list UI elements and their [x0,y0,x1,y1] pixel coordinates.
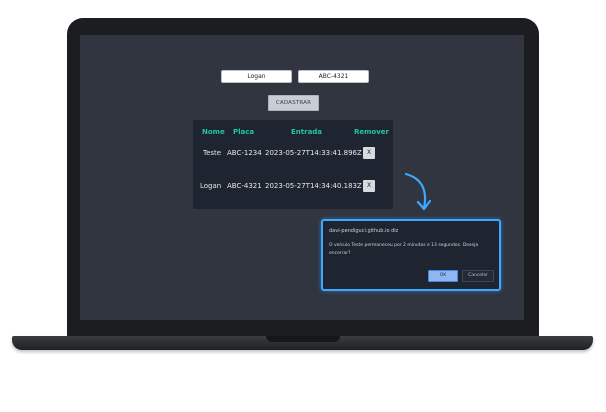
cell-placa: ABC-1234 [227,149,262,157]
header-nome: Nome [202,128,225,136]
remove-button[interactable]: X [363,180,375,192]
curved-arrow-icon [404,172,432,211]
cell-placa: ABC-4321 [227,182,262,190]
cell-nome: Teste [203,149,222,157]
cadastrar-button[interactable]: CADASTRAR [268,95,319,111]
cancel-button[interactable]: Cancelar [462,270,494,282]
header-remover: Remover [354,128,390,136]
remove-button[interactable]: X [363,147,375,159]
header-placa: Placa [233,128,255,136]
cell-entrada: 2023-05-27T14:33:41.896Z [265,149,362,157]
dialog-message: O veículo Teste permaneceu por 2 minutos… [329,243,479,256]
dialog-title: davi-pendiguci.github.io diz [329,228,399,234]
name-input[interactable]: Logan [221,70,292,83]
header-entrada: Entrada [291,128,323,136]
laptop-notch [266,336,340,342]
cell-entrada: 2023-05-27T14:34:40.183Z [265,182,362,190]
cell-nome: Logan [200,182,222,190]
ok-button[interactable]: OK [428,270,458,282]
plate-input[interactable]: ABC-4321 [298,70,369,83]
